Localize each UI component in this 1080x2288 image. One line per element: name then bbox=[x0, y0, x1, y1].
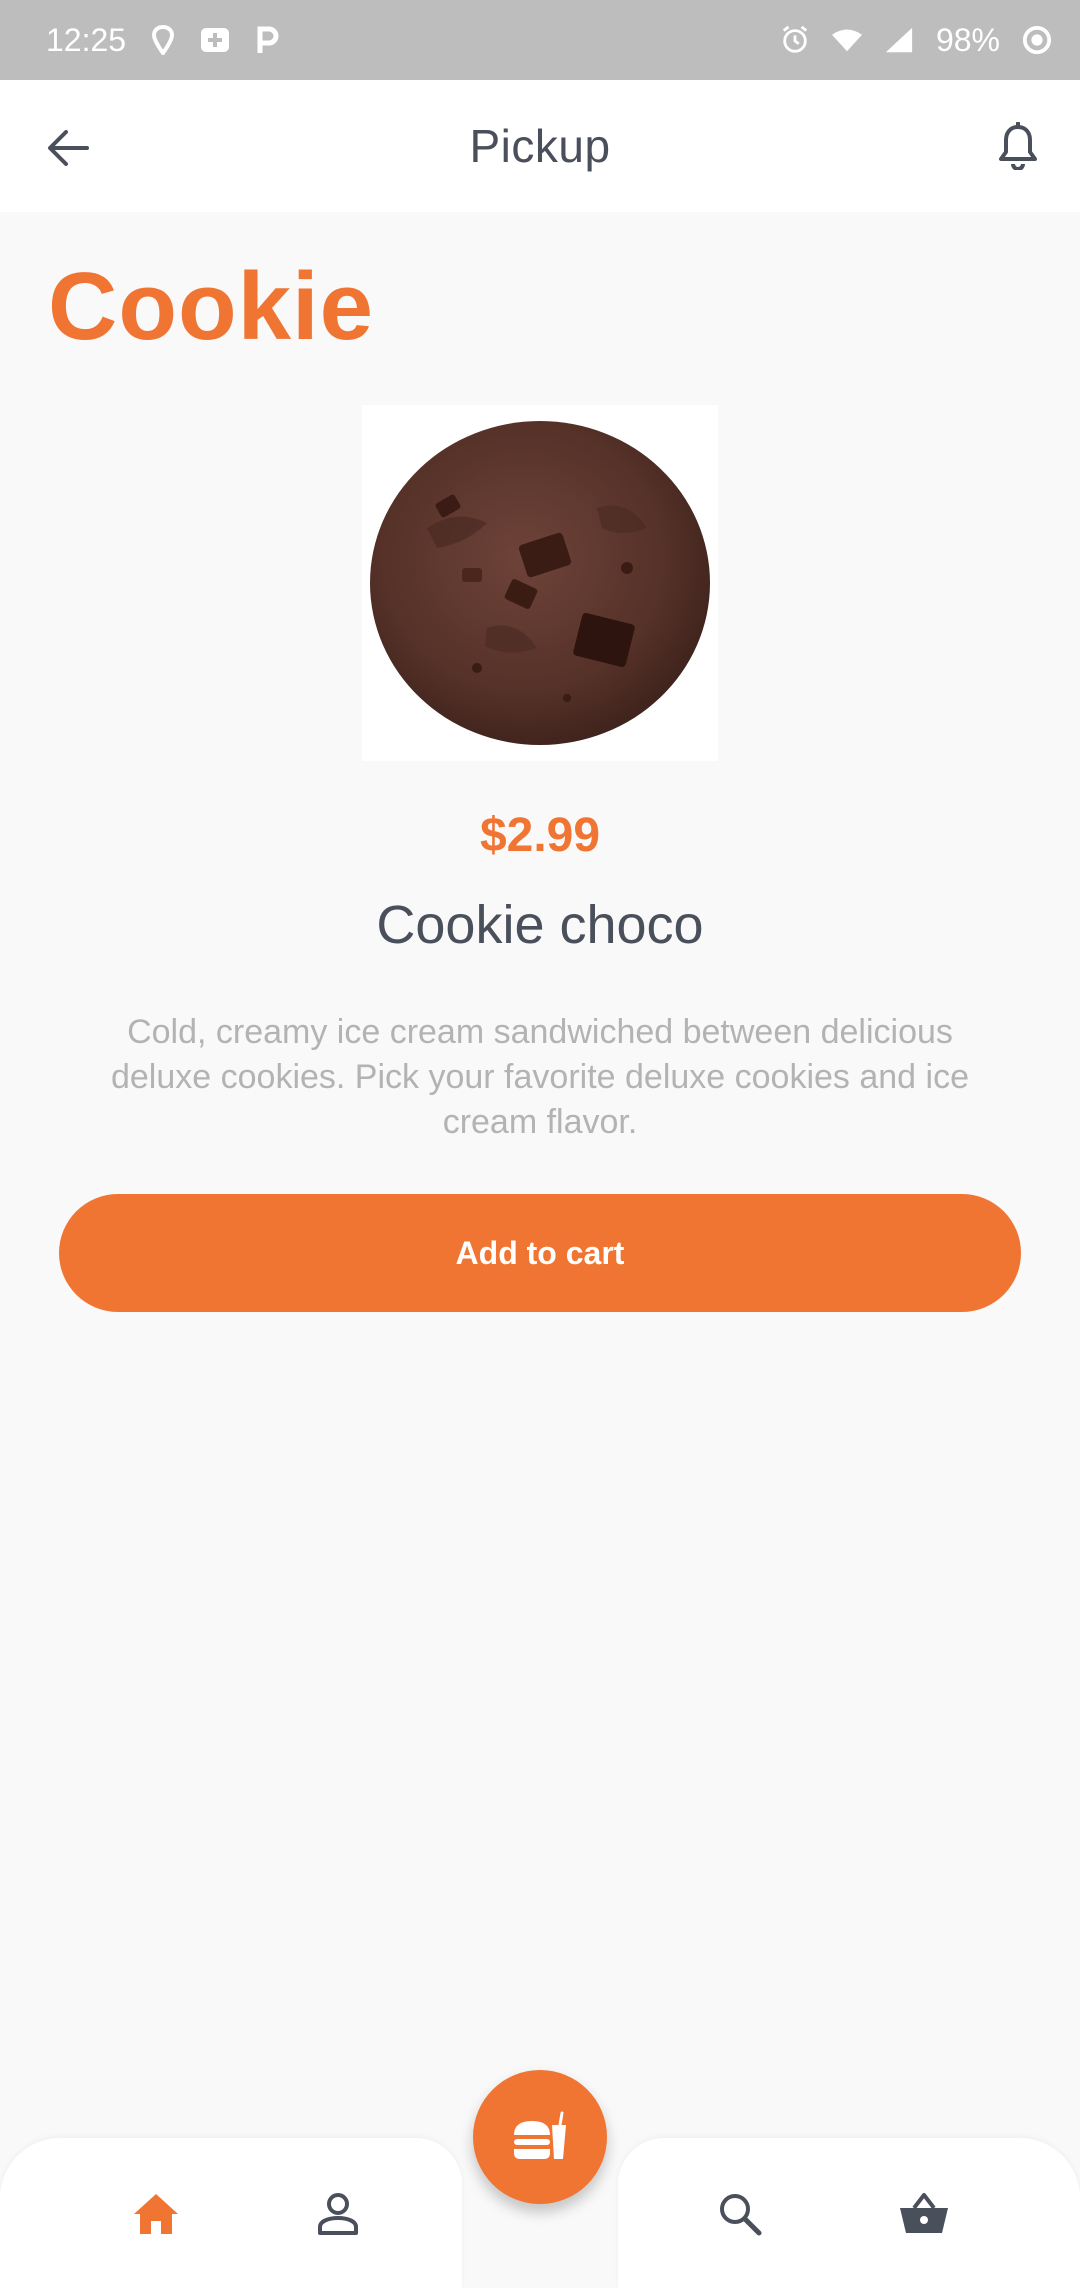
basket-icon bbox=[900, 2193, 948, 2233]
notifications-button[interactable] bbox=[990, 118, 1046, 174]
wifi-icon bbox=[831, 25, 862, 55]
parking-icon bbox=[252, 25, 282, 55]
status-right: 98% bbox=[780, 22, 1052, 59]
bottom-nav-right-panel bbox=[618, 2138, 1080, 2288]
status-time: 12:25 bbox=[46, 21, 127, 58]
category-title: Cookie bbox=[48, 253, 375, 360]
page-title: Pickup bbox=[469, 120, 611, 172]
health-plus-icon bbox=[200, 25, 230, 55]
bell-icon bbox=[999, 122, 1037, 170]
nav-profile[interactable] bbox=[306, 2182, 370, 2246]
nav-cart[interactable] bbox=[892, 2182, 956, 2246]
status-bar: 12:25 98% bbox=[0, 0, 1080, 80]
add-to-cart-button[interactable]: Add to cart bbox=[59, 1194, 1021, 1312]
food-icon bbox=[514, 2111, 566, 2159]
product-description: Cold, creamy ice cream sandwiched betwee… bbox=[110, 1013, 970, 1141]
battery-ring-icon bbox=[1022, 25, 1052, 55]
menu-fab-button[interactable] bbox=[473, 2070, 607, 2204]
back-button[interactable] bbox=[40, 120, 96, 176]
person-icon bbox=[318, 2193, 358, 2235]
product-name: Cookie choco bbox=[376, 895, 704, 955]
nav-home[interactable] bbox=[124, 2182, 188, 2246]
nav-search[interactable] bbox=[708, 2182, 772, 2246]
product-image bbox=[362, 405, 718, 761]
app-bar: Pickup bbox=[0, 80, 1080, 212]
home-icon bbox=[134, 2194, 178, 2234]
maps-pin-icon bbox=[148, 25, 178, 55]
search-icon bbox=[720, 2194, 762, 2236]
arrow-left-icon bbox=[48, 130, 89, 166]
cookie-image bbox=[370, 421, 710, 745]
status-battery: 98% bbox=[935, 21, 1000, 58]
alarm-icon bbox=[780, 25, 810, 55]
bottom-nav-left-panel bbox=[0, 2138, 462, 2288]
product-price: $2.99 bbox=[479, 809, 601, 862]
signal-icon bbox=[884, 25, 914, 55]
status-left: 12:25 bbox=[46, 22, 282, 59]
